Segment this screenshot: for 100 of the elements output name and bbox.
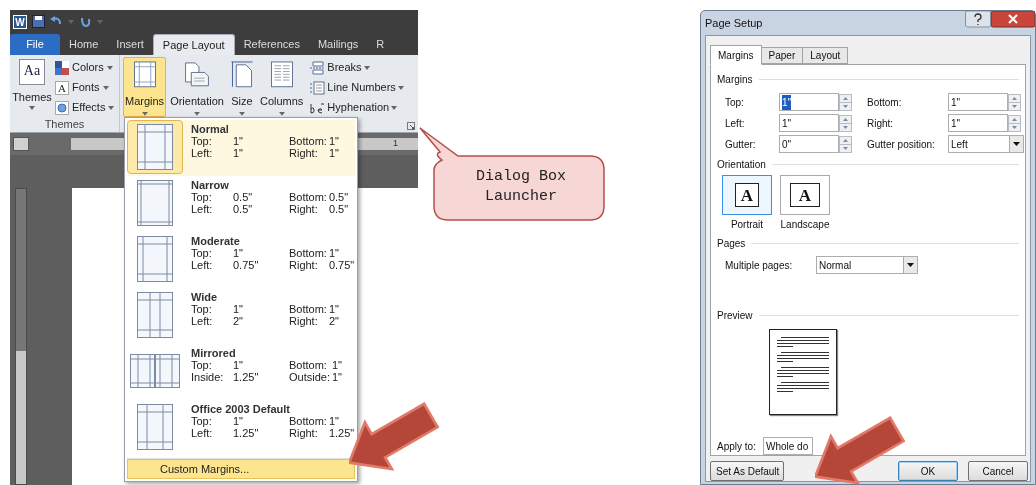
font-icon: A [55, 80, 69, 95]
margin-value: 2" [233, 315, 245, 327]
preset-name: Narrow [191, 179, 230, 191]
margin-preset[interactable]: Narrow Top: 0.5" Bottom: 0.5" Left: 0.5" Right: 0.5" [127, 176, 355, 232]
help-icon[interactable] [965, 11, 991, 28]
dialog-button[interactable]: OK [898, 461, 958, 481]
close-icon[interactable] [991, 11, 1035, 28]
ribbon-menu-button[interactable]: Colors [55, 59, 115, 76]
spinner-icon[interactable] [1008, 114, 1021, 132]
caret-icon [68, 19, 74, 24]
themes-button[interactable]: Aa Themes [12, 59, 52, 118]
margin-preset[interactable]: Wide Top: 1" Bottom: 1" Left: 2" Right: 2" [127, 288, 355, 344]
margin-label: Bottom: [289, 135, 327, 147]
ribbon-tab[interactable]: Home [60, 34, 108, 55]
number-field[interactable]: 1" [779, 114, 839, 132]
ribbon-tab[interactable]: Insert [107, 34, 153, 55]
ribbon-button[interactable]: Orientation [168, 57, 226, 117]
dialog-button[interactable]: Cancel [968, 461, 1028, 481]
ribbon-menu-button[interactable]: Effects [55, 99, 115, 116]
caret-icon [108, 105, 115, 110]
margin-label: Top: [191, 415, 213, 427]
margin-value: 1" [331, 371, 342, 383]
margin-preset[interactable]: Office 2003 Default Top: 1" Bottom: 1" Left: 1.25" Right: 1.25" [127, 400, 355, 456]
number-field[interactable]: 1" [948, 93, 1008, 111]
section-heading: Preview [717, 309, 753, 323]
margin-label: Bottom: [289, 247, 327, 259]
field-label: Left: [725, 116, 746, 131]
tab-selector[interactable] [13, 137, 29, 151]
number-field[interactable]: 1" [948, 114, 1008, 132]
caret-icon [397, 85, 404, 90]
save-icon[interactable] [32, 15, 45, 28]
margin-label: Outside: [289, 371, 330, 383]
margin-value: 1" [328, 415, 340, 427]
dialog-title: Page Setup [705, 15, 763, 31]
dropdown-field[interactable]: Left [948, 135, 1024, 153]
preset-name: Office 2003 Default [191, 403, 292, 415]
field-label: Gutter: [725, 137, 757, 152]
ribbon-menu-button[interactable]: A Fonts [55, 79, 115, 96]
margin-label: Top: [191, 247, 213, 259]
number-field[interactable]: 0" [779, 135, 839, 153]
page-size-icon [229, 61, 254, 88]
margin-value: 0.75" [233, 259, 260, 271]
field-value: 1" [782, 116, 792, 131]
margin-label: Top: [191, 135, 213, 147]
caret-icon [106, 65, 113, 70]
ribbon-button[interactable]: Margins [123, 57, 167, 117]
margin-label: Bottom: [289, 303, 327, 315]
preset-name: Moderate [191, 235, 241, 247]
ribbon-button[interactable]: Size [227, 57, 256, 117]
margin-preview-icon [137, 292, 173, 338]
caret-icon [391, 105, 398, 110]
margin-label: Left: [191, 427, 214, 439]
field-value: 1" [951, 116, 961, 131]
preset-name: Normal [191, 123, 230, 135]
ribbon-menu-button[interactable]: Hyphenation [309, 99, 404, 116]
margin-label: Left: [191, 315, 214, 327]
redo-icon[interactable] [79, 15, 92, 28]
caret-icon [363, 65, 370, 70]
number-field[interactable]: 1" [779, 93, 839, 111]
pages-icon [183, 61, 212, 88]
margin-preset[interactable]: Normal Top: 1" Bottom: 1" Left: 1" Right: 1" [127, 120, 355, 176]
dropdown-arrow-icon[interactable] [907, 263, 914, 267]
dialog-tab[interactable]: Layout [802, 47, 849, 64]
custom-margins-item[interactable]: Custom Margins... [127, 459, 355, 479]
ribbon-tab[interactable]: References [234, 34, 309, 55]
ribbon-tab[interactable]: Mailings [308, 34, 368, 55]
page-break-icon [309, 60, 326, 75]
dropdown-field[interactable]: Whole do [763, 437, 813, 455]
field-label: Apply to: [717, 439, 757, 454]
margin-preset[interactable]: Mirrored Top: 1" Bottom: 1" Inside: 1.25" Outside: 1" [127, 344, 355, 400]
ribbon-tab[interactable]: Page Layout [152, 34, 235, 55]
columns-icon [269, 61, 294, 88]
dialog-launcher-icon[interactable] [407, 122, 415, 130]
ribbon-button[interactable]: Columns [257, 57, 306, 117]
ribbon-menu-button[interactable]: Breaks [309, 59, 404, 76]
margin-value: 1" [233, 415, 245, 427]
dialog-tab[interactable]: Paper [760, 47, 804, 64]
dropdown-field[interactable]: Normal [816, 256, 918, 274]
field-value: 1" [951, 95, 961, 110]
callout-text: Dialog Box Launcher [475, 167, 567, 207]
spinner-icon[interactable] [839, 135, 852, 153]
margin-preset[interactable]: Moderate Top: 1" Bottom: 1" Left: 0.75" Right: 0.75" [127, 232, 355, 288]
field-value: 0" [782, 137, 792, 152]
margin-value: 1" [233, 247, 245, 259]
line-numbers-icon [309, 80, 326, 95]
section-heading: Pages [717, 237, 746, 251]
spinner-icon[interactable] [1008, 93, 1021, 111]
margin-label: Left: [191, 147, 214, 159]
section-heading: Orientation [717, 158, 766, 172]
dropdown-arrow-icon[interactable] [1013, 142, 1020, 146]
file-tab[interactable]: File [10, 34, 60, 55]
ribbon-tab[interactable]: R [367, 34, 394, 55]
ribbon-menu-button[interactable]: Line Numbers [309, 79, 404, 96]
app-icon: W [13, 14, 27, 29]
spinner-icon[interactable] [839, 93, 852, 111]
margin-label: Left: [191, 203, 214, 215]
spinner-icon[interactable] [839, 114, 852, 132]
margin-label: Right: [289, 203, 319, 215]
dialog-tab[interactable]: Margins [710, 45, 762, 65]
dialog-button[interactable]: Set As Default [710, 461, 784, 481]
